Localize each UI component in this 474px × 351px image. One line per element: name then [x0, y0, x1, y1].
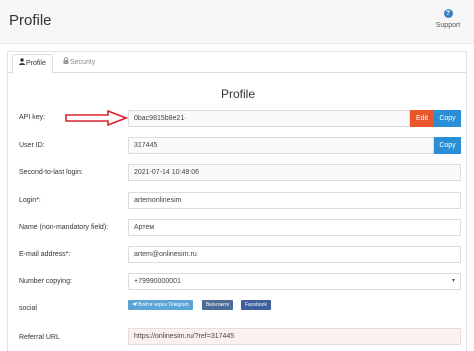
api-key-label: API key: [19, 114, 46, 121]
last-login-label: Second-to-last login: [19, 169, 83, 176]
number-copying-value: +79990000001 [134, 278, 181, 285]
page-title: Profile [9, 12, 52, 29]
social-label: social [19, 305, 37, 312]
email-input[interactable]: artem@onlinesim.ru [128, 246, 461, 263]
question-circle-icon: ? [443, 9, 453, 18]
tab-profile-label: Profile [26, 60, 46, 67]
telegram-login-button[interactable]: Войти через Telegram [128, 300, 193, 310]
telegram-button-label: Войти через Telegram [138, 302, 189, 308]
email-label: E-mail address*: [19, 251, 71, 258]
last-login-value: 2021-07-14 10:49:06 [134, 169, 199, 176]
user-id-value: 317445 [134, 142, 158, 149]
tab-bar: Profile Security [8, 52, 466, 74]
tab-security-label: Security [70, 59, 96, 66]
login-label: Login*: [19, 197, 41, 204]
telegram-icon [132, 302, 137, 306]
name-input[interactable]: Артем [128, 219, 461, 236]
tab-security[interactable]: Security [57, 54, 101, 74]
user-id-field[interactable]: 317445 [128, 137, 434, 154]
chevron-down-icon: ▾ [451, 278, 455, 284]
vk-login-button[interactable]: Вконтакте [202, 300, 234, 310]
user-id-label: User ID: [19, 142, 45, 149]
social-buttons: Войти через Telegram Вконтакте Facebook [128, 300, 461, 310]
api-key-field[interactable]: 0bac9815b8e21· [128, 110, 410, 127]
support-link[interactable]: ? Support [435, 9, 461, 29]
lock-icon [63, 54, 69, 72]
referral-url-value: https://onlinesim.ru/?ref=317445 [134, 333, 235, 340]
name-label: Name (non-mandatory field): [19, 224, 109, 231]
profile-panel: Profile Security Profile API key: 0bac98… [7, 51, 467, 351]
facebook-login-button[interactable]: Facebook [241, 300, 271, 310]
login-value: artemonlinesim [134, 197, 182, 204]
copy-api-key-button[interactable]: Copy [434, 110, 461, 127]
email-value: artem@onlinesim.ru [134, 251, 197, 258]
user-icon [19, 55, 25, 73]
top-bar: Profile ? Support [0, 0, 474, 44]
name-value: Артем [134, 224, 155, 231]
referral-label: Referral URL [19, 334, 60, 341]
section-title: Profile [221, 87, 256, 101]
referral-url-field[interactable]: https://onlinesim.ru/?ref=317445 [128, 328, 461, 345]
support-label: Support [435, 22, 461, 29]
last-login-field: 2021-07-14 10:49:06 [128, 164, 461, 181]
api-key-value: 0bac9815b8e21· [134, 115, 187, 122]
red-arrow-annotation [65, 110, 128, 126]
tab-profile[interactable]: Profile [12, 54, 53, 74]
copy-user-id-button[interactable]: Copy [434, 137, 461, 154]
login-input[interactable]: artemonlinesim [128, 192, 461, 209]
number-copying-label: Number copying: [19, 278, 72, 285]
edit-api-key-button[interactable]: Edit [410, 110, 434, 127]
number-copying-select[interactable]: +79990000001 ▾ [128, 273, 461, 290]
